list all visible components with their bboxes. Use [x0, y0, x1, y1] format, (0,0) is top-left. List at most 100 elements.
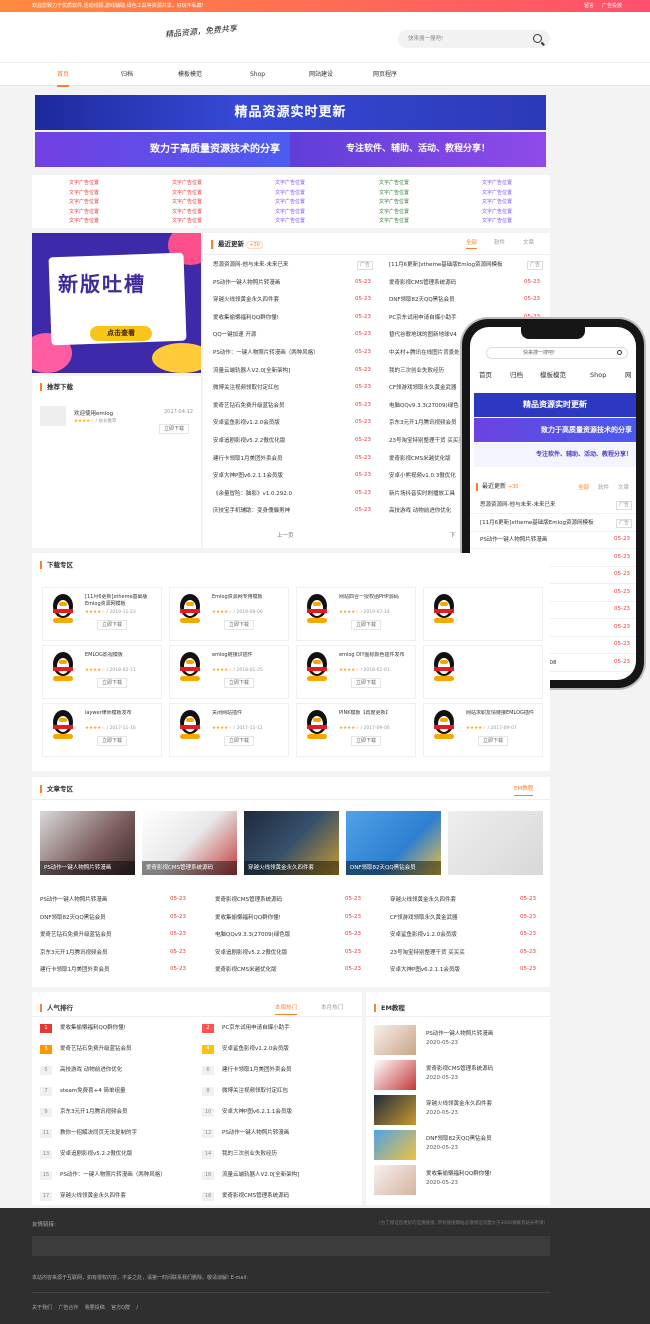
download-item[interactable] — [423, 587, 543, 641]
download-title[interactable]: [11月6更新]xtheme基础版Emlog资源网模板 — [85, 594, 159, 608]
text-ad-link[interactable]: 文字广告位置 — [172, 179, 202, 186]
update-item[interactable]: 庆技宝手机辅助：变身傀儡男神 — [213, 507, 363, 515]
recommend-download-button[interactable]: 立即下载 — [159, 424, 190, 434]
article-link[interactable]: 爱奇影视CMS管理系统源码 — [215, 896, 282, 904]
update-item[interactable]: 流量云端轨器人V2.0[全新架构] — [213, 367, 363, 375]
download-title[interactable]: 网站求职友情链接EMLOG插件 — [466, 710, 540, 717]
update-item[interactable]: 《余量冒险：脑影》v1.0.292.0 — [213, 490, 363, 498]
top-link-message[interactable]: 留言 — [584, 3, 594, 9]
text-ad-link[interactable]: 文字广告位置 — [482, 208, 512, 215]
em-item-title[interactable]: 爱收集偷懒福利QQ群你懂! — [426, 1169, 492, 1177]
download-title[interactable]: emlog DIY图标颜色插件发布 — [339, 652, 413, 659]
rank-item[interactable]: 教你一招解决同页无法复制的字 — [60, 1129, 137, 1138]
text-ad-link[interactable]: 文字广告位置 — [69, 208, 99, 215]
article-link[interactable]: 安卓追剧影视v5.2.2傲优化版 — [215, 949, 287, 957]
text-ad-link[interactable]: 文字广告位置 — [482, 189, 512, 196]
banner-secondary[interactable]: 致力于高质量资源技术的分享 专注软件、辅助、活动、教程分享！ — [35, 132, 546, 167]
article-link[interactable]: 穿越火线领黄金永久四件套 — [390, 896, 456, 904]
phone-nav-templates[interactable]: 模板模范 — [540, 367, 566, 383]
rank-item[interactable]: steam免费喜+4 简单组量 — [60, 1087, 126, 1096]
top-link-ads[interactable]: 广告投放 — [602, 3, 622, 9]
text-ad-link[interactable]: 文字广告位置 — [172, 189, 202, 196]
em-item[interactable]: DNF领取82天QQ黑钻会员 2020-05-23 — [374, 1130, 542, 1164]
phone-update-item[interactable]: PS动作一键人物照片转漫画 — [480, 536, 610, 544]
footer-link-about[interactable]: 关于我们 — [32, 1305, 52, 1311]
download-title[interactable]: 网站四合一授权函PHP源码 — [339, 594, 413, 601]
update-item[interactable]: 爱收集偷懒福利QQ群你懂! — [213, 314, 363, 322]
download-title[interactable]: 关闭网站插件 — [212, 710, 286, 717]
rank-item[interactable]: PS动作一键人物照片转漫画 — [222, 1129, 289, 1138]
download-item[interactable]: emlog DIY图标颜色插件发布 ★★★★☆ / 2018-01-01 立即下载 — [296, 645, 416, 699]
em-item-title[interactable]: PS动作一键人物照片转漫画 — [426, 1029, 493, 1037]
rank-item[interactable]: 爱奇影视CMS管理系统源码 — [222, 1192, 289, 1201]
text-ad-link[interactable]: 文字广告位置 — [172, 217, 202, 224]
next-page-button[interactable]: 下 — [450, 531, 456, 539]
article-link[interactable]: DNF领取82天QQ黑钻会员 — [40, 914, 106, 922]
text-ad-link[interactable]: 文字广告位置 — [379, 208, 409, 215]
text-ad-link[interactable]: 文字广告位置 — [275, 198, 305, 205]
nav-home[interactable]: 首页 — [57, 63, 70, 87]
article-link[interactable]: CF领游戏领取永久黄金武器 — [390, 914, 458, 922]
article-link[interactable]: 爱奇影视CMS米越优化版 — [215, 966, 277, 974]
banner-title[interactable]: 精品资源实时更新 — [35, 95, 546, 130]
update-item[interactable]: PS动作：一键人物照片转漫画（两种风格） — [213, 349, 363, 357]
update-item[interactable]: PS动作一键人物照片转漫画 — [213, 279, 363, 287]
rank-item[interactable]: 安卓大神P图v6.2.1.1会员版 — [222, 1108, 292, 1117]
download-title[interactable]: emlog链接识插件 — [212, 652, 286, 659]
article-link[interactable]: PS动作一键人物照片转漫画 — [40, 896, 107, 904]
download-button[interactable]: 立即下载 — [351, 678, 382, 688]
articles-tab[interactable]: EM教程 — [514, 783, 534, 796]
em-item[interactable]: 穿越火线领黄金永久四件套 2020-05-23 — [374, 1095, 542, 1129]
phone-tab-articles[interactable]: 文章 — [618, 483, 629, 491]
update-item[interactable]: DNF领取82天QQ黑钻会员 — [389, 296, 529, 304]
promo-button[interactable]: 点击查看 — [90, 326, 152, 341]
em-item-title[interactable]: 穿越火线领黄金永久四件套 — [426, 1099, 492, 1107]
download-button[interactable]: 立即下载 — [224, 736, 255, 746]
article-link[interactable]: 建行卡领取1月美团外卖会员 — [40, 966, 110, 974]
text-ad-link[interactable]: 文字广告位置 — [275, 189, 305, 196]
phone-tab-software[interactable]: 软件 — [598, 483, 609, 491]
update-item[interactable]: 穿越火线领黄金永久四件套 — [213, 296, 363, 304]
nav-templates[interactable]: 模板模范 — [178, 63, 202, 87]
em-item[interactable]: PS动作一键人物照片转漫画 2020-05-23 — [374, 1025, 542, 1059]
update-item[interactable]: 思源资源网-他与未来-未来已来 — [213, 261, 363, 269]
download-item[interactable] — [423, 645, 543, 699]
download-item[interactable]: emlog链接识插件 ★★★★☆ / 2018-01-25 立即下载 — [169, 645, 289, 699]
em-item[interactable]: 爱收集偷懒福利QQ群你懂! 2020-05-23 — [374, 1165, 542, 1199]
em-item-title[interactable]: DNF领取82天QQ黑钻会员 — [426, 1134, 492, 1142]
phone-search-input[interactable]: 快来搜一搜吧! — [486, 347, 628, 359]
text-ad-link[interactable]: 文字广告位置 — [275, 208, 305, 215]
download-button[interactable]: 立即下载 — [351, 620, 382, 630]
text-ad-link[interactable]: 文字广告位置 — [482, 179, 512, 186]
update-item[interactable]: 安卓鲨鱼影视v1.2.0会员版 — [213, 419, 363, 427]
search-icon[interactable] — [617, 350, 622, 355]
article-thumbnail[interactable]: PS动作一键人物照片转漫画 — [40, 811, 135, 875]
article-thumbnail[interactable]: 爱奇影视CMS管理系统源码 — [142, 811, 237, 875]
download-item[interactable]: Emlog资源网专用模板 ★★★★☆ / 2019-08-06 立即下载 — [169, 587, 289, 641]
tab-all[interactable]: 全部 — [466, 238, 478, 249]
download-button[interactable]: 立即下载 — [97, 620, 128, 630]
em-item-title[interactable]: 爱奇影视CMS管理系统源码 — [426, 1064, 493, 1072]
download-title[interactable]: Emlog资源网专用模板 — [212, 594, 286, 601]
search-icon[interactable] — [533, 34, 542, 43]
phone-nav-home[interactable]: 首页 — [479, 367, 492, 383]
article-link[interactable]: 京东3元开1月腾讯视频会员 — [40, 949, 108, 957]
text-ad-link[interactable]: 文字广告位置 — [379, 189, 409, 196]
phone-banner-left[interactable]: 致力于高质量资源技术的分享 — [474, 418, 636, 442]
text-ad-link[interactable]: 文字广告位置 — [172, 198, 202, 205]
rank-item[interactable]: 安卓鲨鱼影视v1.2.0会员版 — [222, 1045, 289, 1054]
download-item[interactable]: 网站四合一授权函PHP源码 ★★★★☆ / 2019-07-14 立即下载 — [296, 587, 416, 641]
article-link[interactable]: 安卓大神P图v6.2.1.1会员版 — [390, 966, 460, 974]
rank-item[interactable]: 安卓追剧影视v5.2.2傲优化版 — [60, 1150, 132, 1159]
rank-item[interactable]: 爱奇艺钻石免费升级蓝钻会员 — [60, 1045, 132, 1054]
article-thumbnail[interactable]: 穿越火线领黄金永久四件套 — [244, 811, 339, 875]
download-item[interactable]: PINK模板【再度更新】 ★★★★☆ / 2017-09-06 立即下载 — [296, 703, 416, 757]
download-item[interactable]: 网站求职友情链接EMLOG插件 ★★★★☆ / 2017-09-07 立即下载 — [423, 703, 543, 757]
download-button[interactable]: 立即下载 — [351, 736, 382, 746]
text-ad-link[interactable]: 文字广告位置 — [69, 179, 99, 186]
phone-banner-title[interactable]: 精品资源实时更新 — [474, 393, 636, 417]
text-ad-link[interactable]: 文字广告位置 — [69, 198, 99, 205]
tab-month-hot[interactable]: 本月热门 — [321, 1002, 343, 1014]
footer-link-ads[interactable]: 广告合作 — [58, 1305, 78, 1311]
rank-item[interactable]: 流量云端轨器人V2.0[全新架构] — [222, 1171, 299, 1180]
